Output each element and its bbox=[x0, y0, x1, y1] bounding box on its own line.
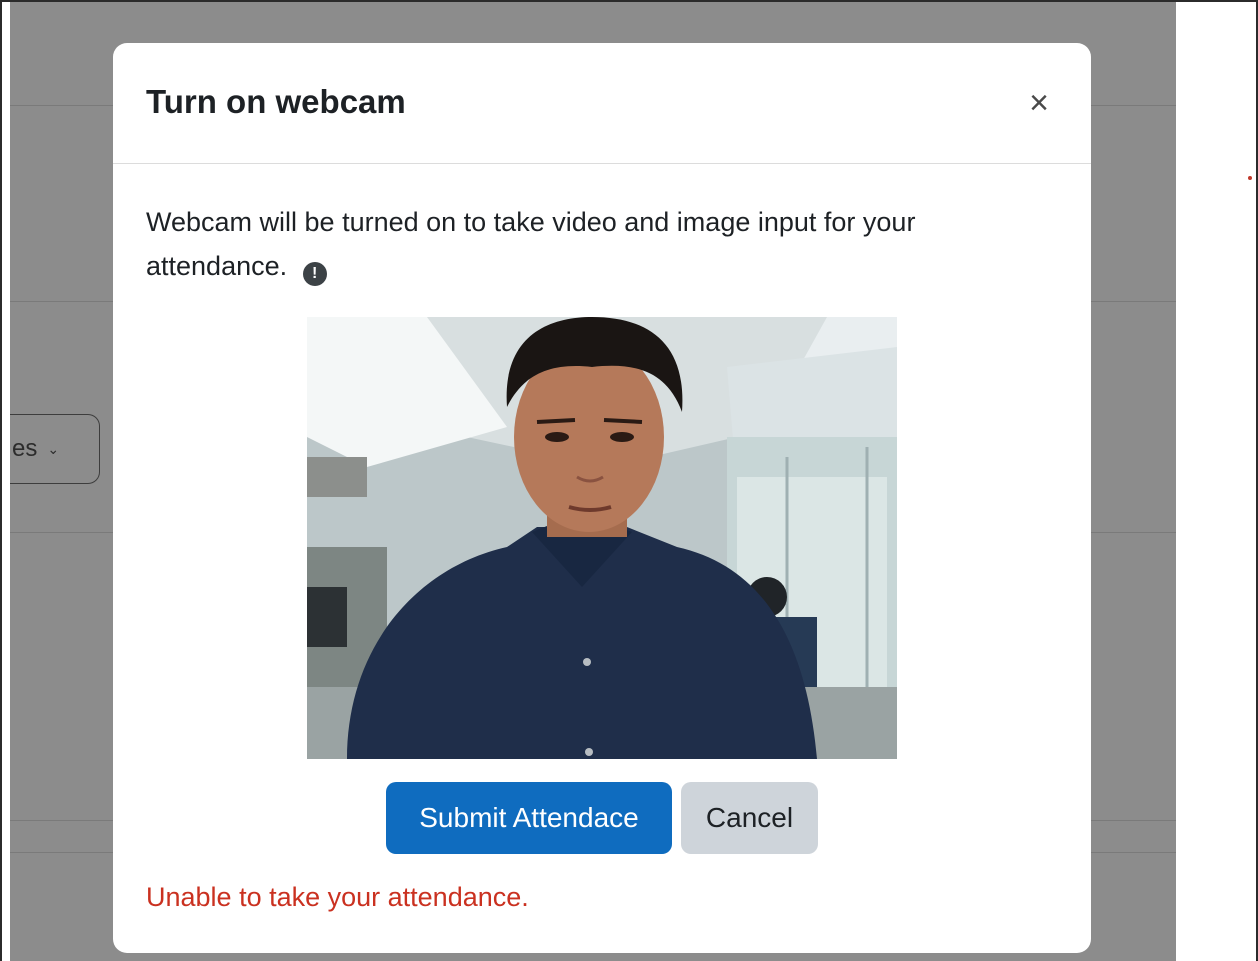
close-icon: × bbox=[1029, 84, 1049, 122]
status-dot bbox=[1248, 176, 1252, 180]
webcam-image bbox=[307, 317, 897, 759]
chevron-down-icon: ⌄ bbox=[47, 440, 60, 457]
modal-header: Turn on webcam × bbox=[113, 43, 1091, 164]
modal-description: Webcam will be turned on to take video a… bbox=[146, 200, 1026, 288]
error-message: Unable to take your attendance. bbox=[146, 882, 529, 912]
left-edge bbox=[2, 2, 10, 961]
background-dropdown: es ⌄ bbox=[10, 414, 100, 484]
background-dropdown-label: es bbox=[12, 435, 38, 462]
modal-actions: Submit Attendace Cancel bbox=[386, 782, 818, 854]
cancel-button[interactable]: Cancel bbox=[681, 782, 818, 854]
close-button[interactable]: × bbox=[1025, 84, 1053, 122]
description-text: Webcam will be turned on to take video a… bbox=[146, 207, 916, 281]
submit-attendance-button[interactable]: Submit Attendace bbox=[386, 782, 672, 854]
webcam-feed bbox=[307, 317, 897, 759]
exclamation-circle-icon[interactable]: ! bbox=[302, 262, 327, 286]
right-pane bbox=[1176, 2, 1256, 961]
modal-title: Turn on webcam bbox=[146, 83, 406, 120]
webcam-modal: Turn on webcam × Webcam will be turned o… bbox=[113, 43, 1091, 953]
